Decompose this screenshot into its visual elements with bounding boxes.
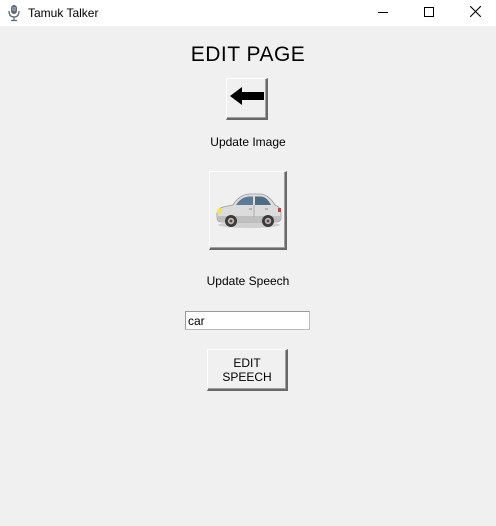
minimize-icon — [378, 4, 388, 22]
edit-speech-button[interactable]: EDIT SPEECH — [207, 349, 288, 391]
speech-input[interactable] — [185, 311, 310, 330]
microphone-icon — [7, 4, 21, 22]
maximize-button[interactable] — [406, 0, 452, 26]
update-image-label: Update Image — [210, 135, 286, 149]
update-image-button[interactable] — [209, 171, 287, 250]
car-image — [213, 187, 283, 234]
title-bar[interactable]: Tamuk Talker — [0, 0, 496, 26]
maximize-icon — [424, 4, 434, 22]
minimize-button[interactable] — [360, 0, 406, 26]
back-button[interactable] — [226, 78, 268, 120]
close-icon — [469, 4, 481, 22]
page-title: EDIT PAGE — [190, 43, 306, 66]
app-window: Tamuk Talker EDIT PAGE Update Image Upda… — [0, 0, 496, 526]
update-speech-label: Update Speech — [206, 274, 290, 288]
close-button[interactable] — [452, 0, 496, 26]
window-title: Tamuk Talker — [28, 6, 99, 20]
left-arrow-icon — [229, 87, 264, 110]
